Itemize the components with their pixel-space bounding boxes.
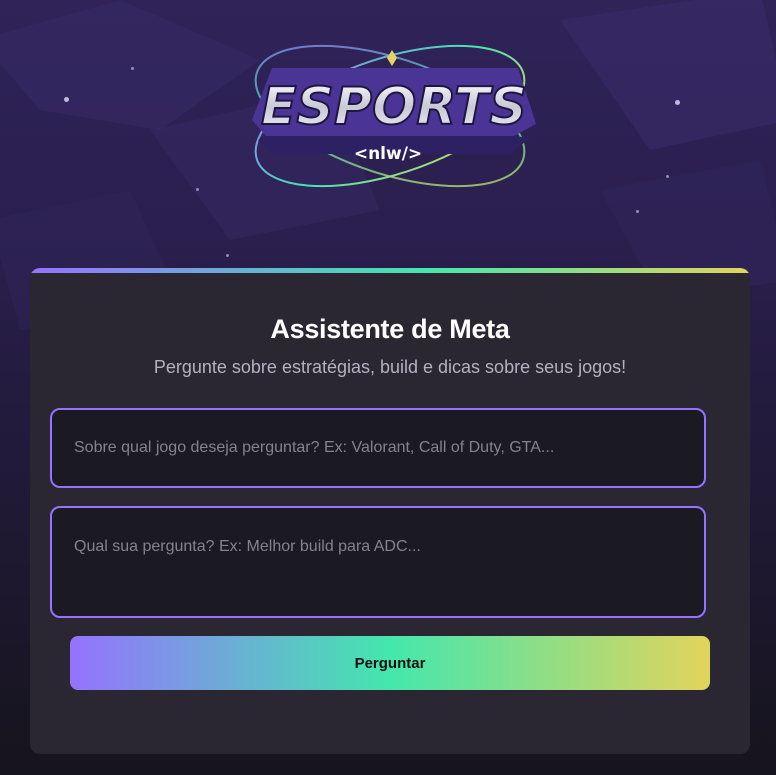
ask-button[interactable]: Perguntar [70,636,710,690]
card-title: Assistente de Meta [270,314,510,344]
card-subtitle: Pergunte sobre estratégias, build e dica… [153,357,627,377]
star-decoration [64,97,69,102]
meta-assistant-card: Assistente de Meta Pergunte sobre estrat… [30,268,750,754]
question-input[interactable] [50,506,706,618]
logo-wordmark: ESPORTS [261,77,527,137]
star-decoration [226,254,229,257]
esports-logo: ESPORTS <nlw/> [252,44,536,188]
game-input[interactable] [50,408,706,488]
star-decoration [131,67,134,70]
gradient-top-border [30,268,750,273]
star-decoration [675,100,680,105]
star-decoration [666,175,669,178]
logo-tag: <nlw/> [354,144,422,164]
star-decoration [636,210,639,213]
star-decoration [196,188,199,191]
